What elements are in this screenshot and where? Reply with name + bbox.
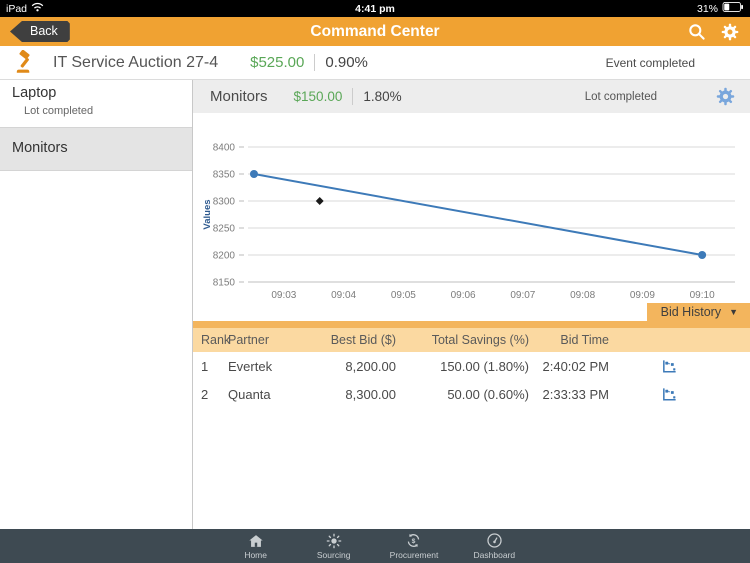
svg-text:$: $ bbox=[412, 538, 416, 545]
bid-graph-icon[interactable] bbox=[611, 386, 678, 403]
lot-status: Lot completed bbox=[585, 91, 657, 103]
bid-history-toggle[interactable]: Bid History ▼ bbox=[647, 303, 750, 321]
cell-best-bid: 8,200.00 bbox=[308, 359, 398, 374]
battery-percent: 31% bbox=[697, 3, 718, 15]
battery-icon bbox=[722, 2, 744, 15]
lot-header: Monitors $150.00 1.80% Lot completed bbox=[193, 80, 750, 113]
svg-text:09:06: 09:06 bbox=[451, 290, 476, 301]
tab-label: Procurement bbox=[390, 550, 439, 560]
svg-text:09:09: 09:09 bbox=[630, 290, 655, 301]
cell-bid-time: 2:40:02 PM bbox=[531, 359, 611, 374]
svg-text:09:04: 09:04 bbox=[331, 290, 356, 301]
lot-best-bid: $150.00 bbox=[294, 89, 343, 104]
tab-label: Dashboard bbox=[474, 550, 516, 560]
event-best-bid: $525.00 bbox=[250, 54, 304, 71]
cell-total-savings: 50.00 (0.60%) bbox=[398, 387, 531, 402]
search-icon[interactable] bbox=[687, 22, 706, 41]
auction-gavel-icon bbox=[12, 50, 37, 75]
col-total-savings: Total Savings (%) bbox=[398, 333, 531, 347]
event-status: Event completed bbox=[606, 56, 695, 70]
lot-savings-percent: 1.80% bbox=[363, 89, 401, 104]
svg-text:8200: 8200 bbox=[213, 251, 236, 262]
chevron-down-icon: ▼ bbox=[729, 307, 738, 317]
cell-best-bid: 8,300.00 bbox=[308, 387, 398, 402]
sidebar-item-status: Lot completed bbox=[24, 105, 192, 117]
lot-settings-gear-icon[interactable] bbox=[715, 86, 736, 107]
event-title: IT Service Auction 27-4 bbox=[53, 54, 218, 72]
bid-history-row: Bid History ▼ bbox=[193, 303, 750, 321]
divider bbox=[314, 54, 315, 71]
panel-filler bbox=[193, 408, 750, 529]
page-title: Command Center bbox=[0, 23, 750, 41]
svg-text:09:10: 09:10 bbox=[690, 290, 715, 301]
svg-text:8350: 8350 bbox=[213, 170, 236, 181]
tab-label: Home bbox=[244, 550, 267, 560]
status-time: 4:41 pm bbox=[126, 3, 624, 15]
table-row: 1Evertek8,200.00150.00 (1.80%)2:40:02 PM bbox=[193, 352, 750, 380]
tab-label: Sourcing bbox=[317, 550, 351, 560]
bid-history-strip bbox=[193, 321, 750, 328]
back-button[interactable]: Back bbox=[10, 21, 70, 42]
lot-sidebar: Laptop Lot completed Monitors bbox=[0, 80, 193, 529]
svg-text:09:08: 09:08 bbox=[570, 290, 595, 301]
cell-total-savings: 150.00 (1.80%) bbox=[398, 359, 531, 374]
sidebar-item-laptop[interactable]: Laptop Lot completed bbox=[0, 80, 192, 127]
cell-rank: 1 bbox=[193, 359, 226, 374]
dashboard-gauge-icon bbox=[486, 532, 503, 549]
svg-text:09:05: 09:05 bbox=[391, 290, 416, 301]
bid-graph-icon[interactable] bbox=[611, 358, 678, 375]
content: Laptop Lot completed Monitors Monitors $… bbox=[0, 80, 750, 529]
col-rank: Rank bbox=[193, 333, 226, 347]
col-best-bid: Best Bid ($) bbox=[308, 333, 398, 347]
svg-text:8300: 8300 bbox=[213, 197, 236, 208]
lot-title: Monitors bbox=[210, 88, 268, 105]
sourcing-sun-icon bbox=[326, 533, 342, 549]
svg-text:8250: 8250 bbox=[213, 224, 236, 235]
bid-table-body: 1Evertek8,200.00150.00 (1.80%)2:40:02 PM… bbox=[193, 352, 750, 408]
cell-partner: Quanta bbox=[226, 387, 308, 402]
svg-text:Values: Values bbox=[202, 199, 213, 229]
tab-dashboard[interactable]: Dashboard bbox=[472, 532, 516, 560]
lot-panel: Monitors $150.00 1.80% Lot completed bbox=[193, 80, 750, 529]
wifi-icon bbox=[31, 2, 44, 15]
bid-history-label: Bid History bbox=[661, 305, 721, 319]
bid-chart-area: 8150 8200 8250 8300 8350 8400 09:03 09:04 09:05 0… bbox=[193, 113, 750, 303]
tab-bar: Home Sourcing bbox=[0, 529, 750, 563]
settings-gear-icon[interactable] bbox=[720, 22, 740, 42]
bid-table-header: Rank Partner Best Bid ($) Total Savings … bbox=[193, 328, 750, 352]
col-bid-time: Bid Time bbox=[531, 333, 611, 347]
tab-procurement[interactable]: $ Procurement bbox=[390, 532, 439, 560]
status-bar: iPad 4:41 pm 31% bbox=[0, 0, 750, 17]
svg-text:8400: 8400 bbox=[213, 143, 236, 154]
sidebar-item-monitors[interactable]: Monitors bbox=[0, 127, 192, 171]
sidebar-item-label: Monitors bbox=[12, 140, 192, 156]
command-center-app: iPad 4:41 pm 31% Back bbox=[0, 0, 750, 563]
event-savings-percent: 0.90% bbox=[325, 54, 368, 71]
home-icon bbox=[248, 533, 264, 549]
col-partner: Partner bbox=[226, 333, 308, 347]
tab-sourcing[interactable]: Sourcing bbox=[312, 533, 356, 560]
cell-partner: Evertek bbox=[226, 359, 308, 374]
svg-text:8150: 8150 bbox=[213, 278, 236, 289]
tab-home[interactable]: Home bbox=[234, 533, 278, 560]
divider bbox=[352, 88, 353, 105]
back-button-label: Back bbox=[30, 24, 58, 38]
device-label: iPad bbox=[6, 3, 27, 15]
cell-rank: 2 bbox=[193, 387, 226, 402]
procurement-cycle-icon: $ bbox=[405, 532, 422, 549]
table-row: 2Quanta8,300.0050.00 (0.60%)2:33:33 PM bbox=[193, 380, 750, 408]
cell-bid-time: 2:33:33 PM bbox=[531, 387, 611, 402]
nav-bar: Back Command Center bbox=[0, 17, 750, 46]
bid-chart: 8150 8200 8250 8300 8350 8400 09:03 09:04 09:05 0… bbox=[193, 113, 749, 303]
sidebar-item-label: Laptop bbox=[12, 85, 192, 101]
svg-text:09:03: 09:03 bbox=[271, 290, 296, 301]
svg-text:09:07: 09:07 bbox=[510, 290, 535, 301]
event-header: IT Service Auction 27-4 $525.00 0.90% Ev… bbox=[0, 46, 750, 80]
